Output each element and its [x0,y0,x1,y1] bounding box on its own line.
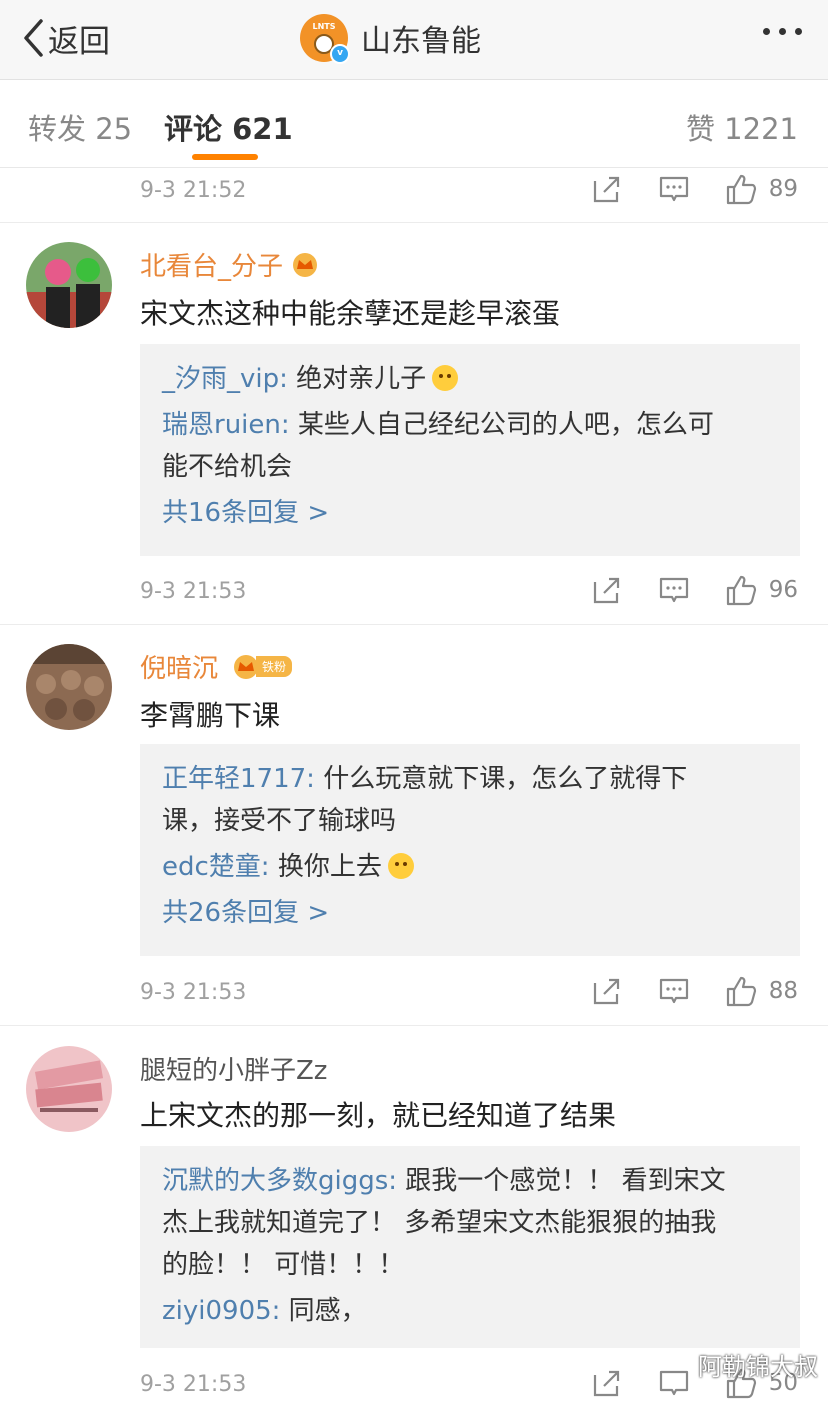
divider [0,1025,828,1026]
dot-icon [779,28,786,35]
reply-text-continued: 课，接受不了输球吗 [162,806,397,836]
reply: 正年轻1717: 什么玩意就下课，怎么了就得下 课，接受不了输球吗 [162,758,778,842]
replies-box[interactable]: 沉默的大多数giggs: 跟我一个感觉！！ 看到宋文 杰上我就知道完了！ 多希望… [140,1146,800,1348]
reply-username[interactable]: 沉默的大多数giggs: [162,1166,397,1196]
username-text: 腿短的小胖子Zz [140,1056,328,1086]
divider [0,624,828,625]
tab-reposts[interactable]: 转发 25 [28,106,132,148]
like-count: 88 [768,978,798,1004]
reply-text: 换你上去 [269,852,382,882]
active-tab-indicator [192,154,258,160]
back-button[interactable]: 返回 [22,14,110,62]
comment-time: 9-3 21:53 [140,579,247,604]
share-icon[interactable] [590,573,624,607]
logo-text: LNTS [312,22,336,31]
reply-username[interactable]: edc楚童: [162,852,270,882]
reply-text: 某些人自己经纪公司的人吧，怎么可 [289,410,714,440]
reply: 瑞恩ruien: 某些人自己经纪公司的人吧，怎么可 能不给机会 [162,404,778,488]
username-text: 倪暗沉 [140,654,219,684]
comment-text: 上宋文杰的那一刻，就已经知道了结果 [140,1099,617,1132]
vip-crown-icon [293,252,318,277]
emoji-icon [387,853,414,879]
avatar[interactable] [26,242,112,328]
fan-badge: 铁粉 [224,654,293,680]
share-icon[interactable] [590,974,624,1008]
tab-comments[interactable]: 评论 621 [164,106,293,148]
comment-username[interactable]: 北看台_分子 [140,246,319,283]
reply-text: 绝对亲儿子 [287,364,427,394]
replies-box[interactable]: _汐雨_vip: 绝对亲儿子 瑞恩ruien: 某些人自己经纪公司的人吧，怎么可… [140,344,800,556]
reply-text-continued: 能不给机会 [162,452,293,482]
chevron-left-icon [24,19,43,57]
comment-time: 9-3 21:53 [140,1372,247,1397]
comment-text: 李霄鹏下课 [140,699,281,732]
like-count: 89 [768,176,798,202]
comment-icon[interactable] [657,1366,691,1400]
like-icon[interactable] [724,573,758,607]
comment-actions: 9-3 21:53 96 [0,573,828,613]
tab-bar: 转发 25 评论 621 赞 1221 [0,80,828,168]
replies-box[interactable]: 正年轻1717: 什么玩意就下课，怎么了就得下 课，接受不了输球吗 edc楚童:… [140,744,800,956]
reply-username[interactable]: _汐雨_vip: [162,364,288,394]
comment-username[interactable]: 倪暗沉 铁粉 [140,648,293,685]
dot-icon [763,28,770,35]
reply-text-continued: 杰上我就知道完了！ 多希望宋文杰能狠狠的抽我 [162,1208,717,1238]
reply-text: 什么玩意就下课，怎么了就得下 [314,764,688,794]
reply: 沉默的大多数giggs: 跟我一个感觉！！ 看到宋文 杰上我就知道完了！ 多希望… [162,1160,778,1286]
reply-text: 跟我一个感觉！！ 看到宋文 [397,1166,726,1196]
more-options-button[interactable] [763,28,802,35]
account-title[interactable]: LNTS v 山东鲁能 [300,12,481,64]
top-nav-bar: 返回 LNTS v 山东鲁能 [0,0,828,80]
comment-actions: 9-3 21:52 89 [0,172,828,212]
avatar[interactable] [26,1046,112,1132]
comment-time: 9-3 21:52 [140,178,247,203]
share-icon[interactable] [590,172,624,206]
reply-text-continued: 的脸！！ 可惜！！！ [162,1250,405,1280]
comment-time: 9-3 21:53 [140,980,247,1005]
username-text: 北看台_分子 [140,252,284,282]
more-replies-link[interactable]: 共16条回复 > [162,494,778,532]
comment-icon[interactable] [657,573,691,607]
comment-icon[interactable] [657,172,691,206]
reply-username[interactable]: ziyi0905: [162,1296,280,1326]
account-avatar: LNTS v [300,14,350,64]
reply-username[interactable]: 瑞恩ruien: [162,410,290,440]
back-label: 返回 [48,23,110,60]
avatar[interactable] [26,644,112,730]
reply: edc楚童: 换你上去 [162,846,778,888]
watermark: 阿勒锦大叔 [698,1353,818,1381]
comment-icon[interactable] [657,974,691,1008]
tab-likes[interactable]: 赞 1221 [686,106,798,148]
comment-username[interactable]: 腿短的小胖子Zz [140,1050,327,1087]
share-icon[interactable] [590,1366,624,1400]
like-icon[interactable] [724,974,758,1008]
reply: ziyi0905: 同感， [162,1290,778,1332]
reply-text: 同感， [280,1296,367,1326]
reply: _汐雨_vip: 绝对亲儿子 [162,358,778,400]
reply-username[interactable]: 正年轻1717: [162,764,315,794]
account-name: 山东鲁能 [361,24,481,59]
more-replies-link[interactable]: 共26条回复 > [162,894,778,932]
like-count: 96 [768,577,798,603]
comment-actions: 9-3 21:53 88 [0,974,828,1014]
fan-badge-label: 铁粉 [256,656,293,677]
comment-text: 宋文杰这种中能余孽还是趁早滚蛋 [140,297,561,330]
verified-badge-icon: v [330,44,350,64]
divider [0,222,828,223]
dot-icon [795,28,802,35]
like-icon[interactable] [724,172,758,206]
emoji-icon [432,365,459,391]
